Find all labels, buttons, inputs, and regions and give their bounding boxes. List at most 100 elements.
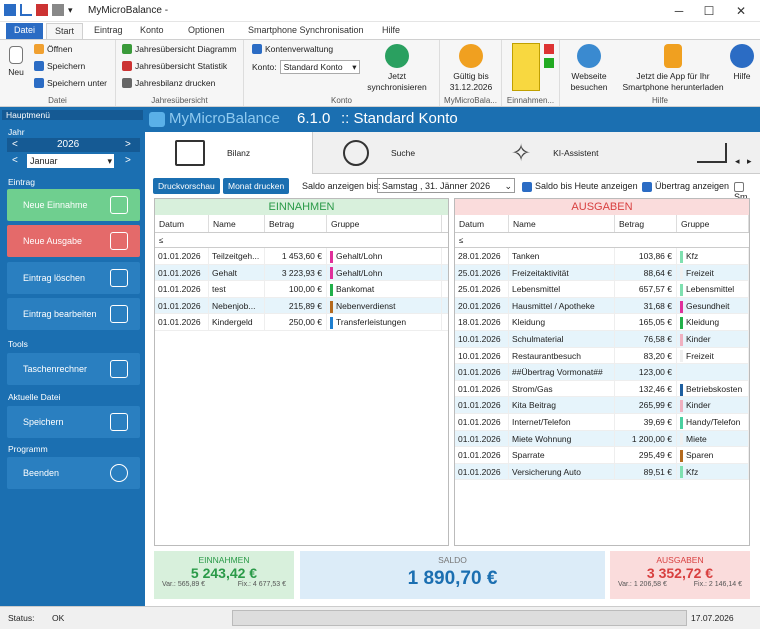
uebertrag-checkbox[interactable]: Übertrag anzeigen bbox=[642, 181, 729, 192]
ausgaben-filter-row[interactable]: ≤ bbox=[455, 233, 749, 248]
cell-betrag-text: 76,58 € bbox=[643, 333, 672, 344]
hilfe-button[interactable]: Hilfe bbox=[728, 44, 756, 82]
table-row[interactable]: 01.01.2026 Kindergeld 250,00 € Transferleis… bbox=[155, 314, 448, 331]
col-betrag[interactable]: Betrag bbox=[615, 215, 677, 232]
tab-eintrag[interactable]: Eintrag bbox=[86, 23, 131, 39]
jahr-bilanz-button[interactable]: Jahresbilanz drucken bbox=[122, 78, 215, 88]
table-row[interactable]: 10.01.2026 Restaurantbesuch 83,20 € Freizei… bbox=[455, 347, 749, 365]
table-row[interactable]: 01.01.2026 Miete Wohnung 1 200,00 € Miete bbox=[455, 430, 749, 448]
druckvorschau-button[interactable]: Druckvorschau bbox=[153, 178, 220, 194]
tab-scroll-left-icon[interactable]: ◂ bbox=[735, 156, 740, 167]
eintrag-bearbeiten-button[interactable]: Eintrag bearbeiten bbox=[7, 298, 140, 330]
pdf-icon[interactable] bbox=[36, 4, 48, 16]
chart-icon[interactable] bbox=[20, 4, 32, 16]
cell-name: Lebensmittel bbox=[509, 281, 615, 297]
tab-smartphone[interactable]: Smartphone Synchronisation bbox=[240, 23, 372, 39]
table-row[interactable]: 01.01.2026 Versicherung Auto 89,51 € Kfz bbox=[455, 463, 749, 481]
neu-button[interactable]: Neu bbox=[4, 46, 28, 78]
table-row[interactable]: 01.01.2026 Strom/Gas 132,46 € Betriebskoste… bbox=[455, 380, 749, 398]
table-row[interactable]: 25.01.2026 Lebensmittel 657,57 € Lebensmitt… bbox=[455, 281, 749, 298]
jahr-diagramm-button[interactable]: Jahresübersicht Diagramm bbox=[122, 44, 237, 54]
col-gruppe[interactable]: Gruppe bbox=[327, 215, 442, 232]
cell-name: Hausmittel / Apotheke bbox=[509, 297, 615, 314]
tab-suche-label: Suche bbox=[391, 148, 416, 158]
sync-button[interactable]: Jetzt synchronisieren bbox=[362, 44, 432, 93]
webseite-button[interactable]: Webseite besuchen bbox=[564, 44, 614, 93]
table-row[interactable]: 01.01.2026 ##Übertrag Vormonat## 123,00 € bbox=[455, 364, 749, 381]
chevron-down-icon: ▾ bbox=[352, 62, 357, 72]
table-row[interactable]: 01.01.2026 Kita Beitrag 265,99 € Kinder bbox=[455, 397, 749, 414]
month-value: Januar bbox=[30, 156, 58, 166]
konto-dropdown[interactable]: Standard Konto ▾ bbox=[279, 60, 360, 74]
table-row[interactable]: 10.01.2026 Schulmaterial 76,58 € Kinder bbox=[455, 330, 749, 348]
taschenrechner-button[interactable]: Taschenrechner bbox=[7, 353, 140, 385]
cell-datum: 01.01.2026 bbox=[455, 364, 509, 380]
saldo-label: SALDO bbox=[438, 555, 467, 565]
monat-drucken-button[interactable]: Monat drucken bbox=[223, 178, 290, 194]
cell-betrag: 39,69 € bbox=[615, 413, 677, 430]
col-name[interactable]: Name bbox=[209, 215, 265, 232]
group-color-marker bbox=[680, 267, 683, 280]
tab-start[interactable]: Start bbox=[46, 23, 84, 39]
tab-hilfe[interactable]: Hilfe bbox=[374, 23, 408, 39]
saldo-date-picker[interactable]: Samstag , 31. Jänner 2026 ⌄ bbox=[377, 178, 515, 193]
col-betrag[interactable]: Betrag bbox=[265, 215, 327, 232]
tab-suche[interactable]: Suche bbox=[313, 132, 481, 174]
table-row[interactable]: 18.01.2026 Kleidung 165,05 € Kleidung bbox=[455, 314, 749, 331]
table-row[interactable]: 20.01.2026 Hausmittel / Apotheke 31,68 € Ge… bbox=[455, 297, 749, 315]
tab-datei[interactable]: Datei bbox=[6, 23, 44, 39]
table-row[interactable]: 01.01.2026 Internet/Telefon 39,69 € Handy/T… bbox=[455, 413, 749, 431]
table-row[interactable]: 01.01.2026 test 100,00 € Bankomat bbox=[155, 281, 448, 298]
table-row[interactable]: 01.01.2026 Sparrate 295,49 € Sparen bbox=[455, 447, 749, 464]
beenden-button[interactable]: Beenden bbox=[7, 457, 140, 489]
year-next-button[interactable]: > bbox=[125, 139, 131, 150]
tab-optionen[interactable]: Optionen bbox=[180, 23, 233, 39]
year-prev-button[interactable]: < bbox=[12, 139, 18, 150]
table-row[interactable]: 01.01.2026 Nebenjob... 215,89 € Nebenverdie… bbox=[155, 297, 448, 315]
oeffnen-button[interactable]: Öffnen bbox=[34, 44, 72, 54]
neue-einnahme-button[interactable]: Neue Einnahme bbox=[7, 189, 140, 221]
table-row[interactable]: 01.01.2026 Teilzeitgeh... 1 453,60 € Gehalt… bbox=[155, 248, 448, 265]
lizenz-button[interactable]: Gültig bis 31.12.2026 bbox=[442, 44, 500, 93]
tab-chart[interactable] bbox=[667, 132, 747, 174]
eintrag-loeschen-button[interactable]: Eintrag löschen bbox=[7, 262, 140, 294]
neue-ausgabe-button[interactable]: Neue Ausgabe bbox=[7, 225, 140, 257]
red-layout-icon[interactable] bbox=[544, 44, 554, 54]
tab-konto[interactable]: Konto bbox=[132, 23, 172, 39]
theme-selector[interactable] bbox=[512, 43, 540, 91]
col-datum[interactable]: Datum bbox=[155, 215, 209, 232]
table-row[interactable]: 25.01.2026 Freizeitaktivität 88,64 € Freize… bbox=[455, 264, 749, 282]
kontenverwaltung-button[interactable]: Kontenverwaltung bbox=[252, 44, 333, 54]
cell-name: Strom/Gas bbox=[509, 380, 615, 397]
einnahmen-filter-row[interactable]: ≤ bbox=[155, 233, 448, 248]
speichern-button[interactable]: Speichern bbox=[34, 61, 85, 71]
tab-ki-assistent[interactable]: ✧ KI-Assistent bbox=[481, 132, 667, 174]
speichern-unter-button[interactable]: Speichern unter bbox=[34, 78, 107, 88]
cell-datum: 01.01.2026 bbox=[155, 264, 209, 281]
print-icon[interactable] bbox=[52, 4, 64, 16]
green-layout-icon[interactable] bbox=[544, 58, 554, 68]
heute-checkbox[interactable]: Saldo bis Heute anzeigen bbox=[522, 181, 638, 192]
minimize-button[interactable]: ─ bbox=[664, 2, 694, 20]
close-button[interactable]: ✕ bbox=[726, 2, 756, 20]
app-download-button[interactable]: Jetzt die App für Ihr Smartphone herunte… bbox=[620, 44, 726, 93]
jahr-statistik-button[interactable]: Jahresübersicht Statistik bbox=[122, 61, 227, 71]
month-next-button[interactable]: > bbox=[125, 155, 131, 166]
speichern-sidebar-button[interactable]: Speichern bbox=[7, 406, 140, 438]
cell-name-text: Miete Wohnung bbox=[512, 433, 572, 444]
tab-scroll-right-icon[interactable]: ▸ bbox=[747, 156, 752, 167]
col-datum[interactable]: Datum bbox=[455, 215, 509, 232]
month-dropdown[interactable]: Januar ▾ bbox=[27, 154, 114, 168]
einnahmen-summary-value: 5 243,42 € bbox=[190, 565, 258, 581]
cell-gruppe: Handy/Telefon bbox=[677, 413, 749, 430]
group-label-jahr: Jahresübersicht bbox=[151, 96, 208, 105]
quick-access-dropdown-icon[interactable]: ▾ bbox=[68, 4, 80, 16]
month-prev-button[interactable]: < bbox=[12, 155, 18, 166]
maximize-button[interactable]: ☐ bbox=[694, 2, 724, 20]
cell-gruppe-text: Gesundheit bbox=[686, 300, 730, 311]
col-gruppe[interactable]: Gruppe bbox=[677, 215, 749, 232]
table-row[interactable]: 28.01.2026 Tanken 103,86 € Kfz bbox=[455, 248, 749, 265]
col-name[interactable]: Name bbox=[509, 215, 615, 232]
tab-bilanz[interactable]: Bilanz bbox=[145, 132, 313, 174]
table-row[interactable]: 01.01.2026 Gehalt 3 223,93 € Gehalt/Lohn bbox=[155, 264, 448, 282]
